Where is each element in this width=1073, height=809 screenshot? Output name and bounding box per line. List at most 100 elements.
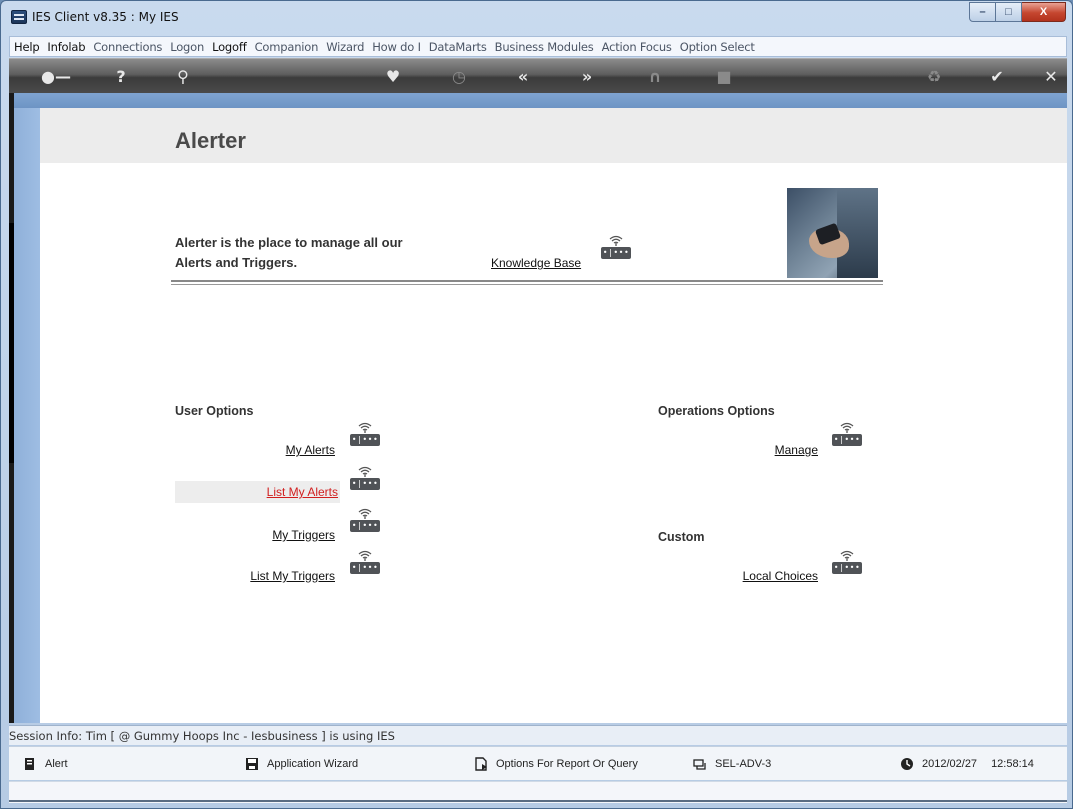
help-icon[interactable]: ? [109, 65, 133, 87]
maximize-icon: □ [1005, 6, 1012, 18]
option-row-list-my-triggers: List My Triggers [175, 565, 335, 587]
list-my-alerts-link[interactable]: List My Alerts [267, 485, 338, 499]
app-icon [11, 10, 27, 24]
my-triggers-link[interactable]: My Triggers [272, 528, 335, 542]
search-icon[interactable]: ⚲ [171, 65, 195, 87]
wifi-icon [358, 508, 372, 519]
status-date: 2012/02/27 [922, 758, 978, 770]
list-my-triggers-link[interactable]: List My Triggers [250, 569, 335, 583]
option-row-local-choices: Local Choices [658, 565, 818, 587]
router-icon[interactable]: •|••• [832, 549, 862, 575]
status-server[interactable]: SEL-ADV-3 [693, 757, 771, 771]
option-row-manage: Manage [658, 439, 818, 461]
custom-heading: Custom [658, 530, 705, 544]
status-alert[interactable]: Alert [23, 757, 68, 771]
router-icon[interactable]: •|••• [350, 549, 380, 575]
menu-connections[interactable]: Connections [93, 40, 162, 54]
option-row-my-alerts: My Alerts [175, 439, 335, 461]
window-title: IES Client v8.35 : My IES [32, 10, 179, 24]
content-top-border [14, 93, 1067, 108]
status-options-report-label: Options For Report Or Query [496, 758, 638, 770]
wifi-icon [358, 466, 372, 477]
status-time: 12:58:14 [991, 758, 1034, 770]
router-icon[interactable]: •|••• [832, 421, 862, 447]
wifi-icon [358, 422, 372, 433]
router-icon[interactable]: •|••• [350, 421, 380, 447]
router-icon[interactable]: •|••• [350, 465, 380, 491]
menu-help[interactable]: Help [14, 40, 40, 54]
router-box: •|••• [350, 562, 380, 574]
session-info: Session Info: Tim [ @ Gummy Hoops Inc - … [9, 725, 1067, 745]
tools-icon[interactable]: ∩ [643, 65, 667, 87]
menu-datamarts[interactable]: DataMarts [429, 40, 487, 54]
alert-icon [25, 758, 34, 770]
save-icon [246, 758, 258, 770]
menu-wizard[interactable]: Wizard [326, 40, 364, 54]
status-alert-label: Alert [45, 758, 68, 770]
forward-icon[interactable]: » [575, 65, 599, 87]
router-box: •|••• [832, 562, 862, 574]
status-app-wizard[interactable]: Application Wizard [245, 757, 358, 771]
router-box: •|••• [350, 434, 380, 446]
menu-action-focus[interactable]: Action Focus [602, 40, 672, 54]
close-window-button[interactable]: X [1022, 2, 1066, 22]
router-icon[interactable]: •|••• [601, 234, 631, 260]
check-icon[interactable]: ✔ [985, 65, 1009, 87]
wifi-icon [609, 235, 623, 246]
page-title: Alerter [175, 128, 246, 153]
menu-logoff[interactable]: Logoff [212, 40, 247, 54]
back-icon[interactable]: « [511, 65, 535, 87]
title-bar: IES Client v8.35 : My IES – □ X [1, 1, 1072, 35]
knowledge-base-link[interactable]: Knowledge Base [491, 256, 581, 270]
intro-line-1: Alerter is the place to manage all our [175, 235, 403, 250]
stop-icon[interactable]: ■ [712, 65, 736, 87]
bottom-border [9, 800, 1067, 802]
alerter-page: Alerter Alerter is the place to manage a… [40, 108, 1067, 723]
menu-infolab[interactable]: Infolab [47, 40, 85, 54]
menu-bar: Help Infolab Connections Logon Logoff Co… [9, 36, 1067, 57]
menu-companion[interactable]: Companion [255, 40, 319, 54]
page-header: Alerter [40, 108, 1067, 163]
alerter-photo [787, 188, 878, 278]
minimize-button[interactable]: – [969, 2, 996, 22]
router-box: •|••• [601, 247, 631, 259]
wifi-icon [358, 550, 372, 561]
status-options-report[interactable]: Options For Report Or Query [474, 757, 638, 771]
toolbar: ●— ? ⚲ ♥ ◷ « » ∩ ■ ♻ ✔ ✕ [9, 58, 1067, 93]
status-server-label: SEL-ADV-3 [715, 758, 772, 770]
manage-link[interactable]: Manage [775, 443, 818, 457]
minimize-icon: – [979, 6, 986, 18]
menu-logon[interactable]: Logon [170, 40, 204, 54]
local-choices-link[interactable]: Local Choices [743, 569, 818, 583]
option-row-my-triggers: My Triggers [175, 524, 335, 546]
header-divider [171, 280, 883, 285]
close-icon[interactable]: ✕ [1039, 65, 1063, 87]
operations-options-heading: Operations Options [658, 404, 775, 418]
app-window: IES Client v8.35 : My IES – □ X Help Inf… [0, 0, 1073, 809]
window-controls: – □ X [969, 2, 1066, 22]
menu-option-select[interactable]: Option Select [680, 40, 755, 54]
close-icon: X [1039, 6, 1048, 18]
key-icon[interactable]: ●— [39, 65, 73, 87]
wifi-icon [840, 550, 854, 561]
router-box: •|••• [350, 478, 380, 490]
recycle-icon[interactable]: ♻ [922, 65, 946, 87]
heart-icon[interactable]: ♥ [381, 65, 405, 87]
router-box: •|••• [350, 520, 380, 532]
my-alerts-link[interactable]: My Alerts [286, 443, 335, 457]
status-bar: Alert Application Wizard Options For Rep… [9, 746, 1067, 780]
wifi-icon [840, 422, 854, 433]
clock-icon[interactable]: ◷ [447, 65, 471, 87]
router-box: •|••• [832, 434, 862, 446]
content-left-border [14, 108, 40, 723]
option-row-list-my-alerts: List My Alerts [175, 481, 340, 503]
menu-business-modules[interactable]: Business Modules [495, 40, 594, 54]
router-icon[interactable]: •|••• [350, 507, 380, 533]
network-icon [693, 759, 706, 770]
intro-text: Alerter is the place to manage all our A… [175, 233, 403, 273]
menu-how-do-i[interactable]: How do I [372, 40, 421, 54]
status-app-wizard-label: Application Wizard [267, 758, 359, 770]
user-options-heading: User Options [175, 404, 254, 418]
maximize-button[interactable]: □ [996, 2, 1022, 22]
intro-line-2: Alerts and Triggers. [175, 255, 298, 270]
